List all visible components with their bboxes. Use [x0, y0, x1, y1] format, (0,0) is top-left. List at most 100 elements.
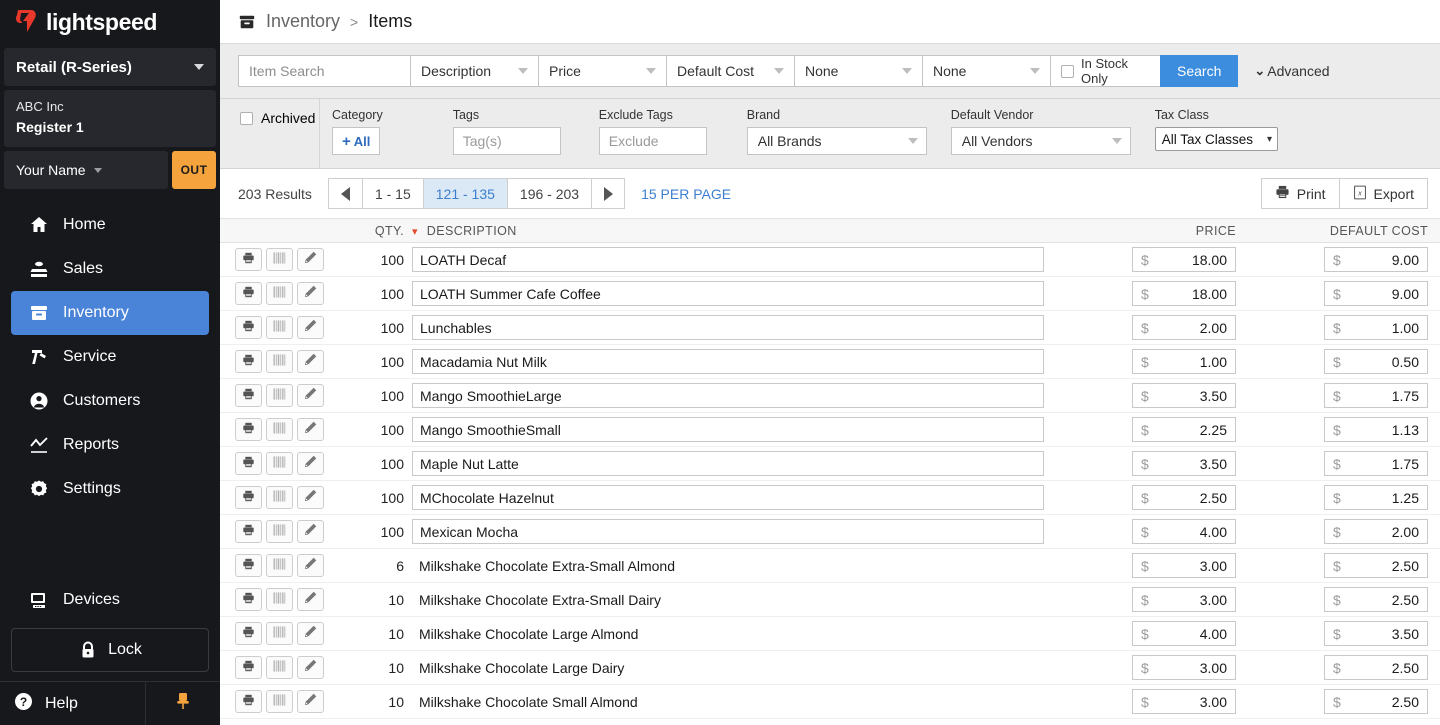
pager-page-2[interactable]: 121 - 135: [422, 178, 507, 209]
row-price-input[interactable]: $2.25: [1132, 417, 1236, 442]
row-default-cost-input[interactable]: $1.75: [1324, 451, 1428, 476]
category-all-button[interactable]: + All: [332, 127, 381, 155]
print-label-button[interactable]: [235, 248, 262, 271]
edit-pencil-button[interactable]: [297, 248, 324, 271]
barcode-button[interactable]: [266, 588, 293, 611]
user-menu[interactable]: Your Name: [4, 151, 168, 190]
pager-next-button[interactable]: [591, 178, 626, 209]
row-price-input[interactable]: $3.50: [1132, 451, 1236, 476]
sidebar-item-settings[interactable]: Settings: [11, 467, 209, 511]
barcode-button[interactable]: [266, 486, 293, 509]
row-price-input[interactable]: $18.00: [1132, 281, 1236, 306]
row-price-input[interactable]: $3.00: [1132, 689, 1236, 714]
print-label-button[interactable]: [235, 690, 262, 713]
field-selector-price[interactable]: Price: [538, 55, 666, 87]
edit-pencil-button[interactable]: [297, 690, 324, 713]
print-label-button[interactable]: [235, 622, 262, 645]
edit-pencil-button[interactable]: [297, 588, 324, 611]
row-price-input[interactable]: $4.00: [1132, 621, 1236, 646]
per-page-selector[interactable]: 15 PER PAGE: [641, 186, 731, 202]
edit-pencil-button[interactable]: [297, 282, 324, 305]
search-button[interactable]: Search: [1160, 55, 1239, 87]
header-description[interactable]: ▾ DESCRIPTION: [412, 224, 1060, 238]
row-default-cost-input[interactable]: $1.00: [1324, 315, 1428, 340]
pager-page-3[interactable]: 196 - 203: [506, 178, 592, 209]
print-label-button[interactable]: [235, 520, 262, 543]
row-default-cost-input[interactable]: $2.50: [1324, 587, 1428, 612]
row-description-input[interactable]: MChocolate Hazelnut: [412, 485, 1044, 510]
print-label-button[interactable]: [235, 384, 262, 407]
row-price-input[interactable]: $1.00: [1132, 349, 1236, 374]
print-button[interactable]: Print: [1260, 178, 1339, 209]
edit-pencil-button[interactable]: [297, 316, 324, 339]
brand-select[interactable]: All Brands: [746, 127, 927, 155]
edit-pencil-button[interactable]: [297, 520, 324, 543]
print-label-button[interactable]: [235, 316, 262, 339]
row-price-input[interactable]: $18.00: [1132, 247, 1236, 272]
tax-class-select[interactable]: All Tax Classes ▾: [1154, 127, 1279, 151]
row-description-input[interactable]: Mango SmoothieLarge: [412, 383, 1044, 408]
row-price-input[interactable]: $3.00: [1132, 587, 1236, 612]
sidebar-item-inventory[interactable]: Inventory: [11, 291, 209, 336]
edit-pencil-button[interactable]: [297, 350, 324, 373]
pager-page-1[interactable]: 1 - 15: [361, 178, 423, 209]
breadcrumb-link-inventory[interactable]: Inventory: [266, 11, 340, 32]
barcode-button[interactable]: [266, 418, 293, 441]
tags-input[interactable]: Tag(s): [452, 127, 561, 155]
default-vendor-select[interactable]: All Vendors: [950, 127, 1131, 155]
archived-checkbox[interactable]: Archived: [220, 99, 320, 169]
row-default-cost-input[interactable]: $2.50: [1324, 655, 1428, 680]
in-stock-only-checkbox[interactable]: In Stock Only: [1050, 55, 1160, 87]
barcode-button[interactable]: [266, 282, 293, 305]
sidebar-item-reports[interactable]: Reports: [11, 423, 209, 467]
print-label-button[interactable]: [235, 282, 262, 305]
barcode-button[interactable]: [266, 554, 293, 577]
barcode-button[interactable]: [266, 690, 293, 713]
print-label-button[interactable]: [235, 656, 262, 679]
row-description-input[interactable]: LOATH Decaf: [412, 247, 1044, 272]
print-label-button[interactable]: [235, 486, 262, 509]
barcode-button[interactable]: [266, 622, 293, 645]
row-default-cost-input[interactable]: $3.50: [1324, 621, 1428, 646]
row-description-input[interactable]: LOATH Summer Cafe Coffee: [412, 281, 1044, 306]
row-description-input[interactable]: Maple Nut Latte: [412, 451, 1044, 476]
edit-pencil-button[interactable]: [297, 554, 324, 577]
edit-pencil-button[interactable]: [297, 656, 324, 679]
row-default-cost-input[interactable]: $0.50: [1324, 349, 1428, 374]
barcode-button[interactable]: [266, 316, 293, 339]
row-default-cost-input[interactable]: $2.50: [1324, 553, 1428, 578]
row-price-input[interactable]: $3.00: [1132, 553, 1236, 578]
field-selector-none-2[interactable]: None: [922, 55, 1050, 87]
print-label-button[interactable]: [235, 588, 262, 611]
row-description-input[interactable]: Mango SmoothieSmall: [412, 417, 1044, 442]
row-default-cost-input[interactable]: $9.00: [1324, 247, 1428, 272]
search-input[interactable]: Item Search: [238, 55, 410, 87]
sidebar-item-home[interactable]: Home: [11, 203, 209, 247]
edit-pencil-button[interactable]: [297, 418, 324, 441]
barcode-button[interactable]: [266, 384, 293, 407]
print-label-button[interactable]: [235, 350, 262, 373]
print-label-button[interactable]: [235, 554, 262, 577]
help-button[interactable]: ? Help: [0, 682, 146, 725]
print-label-button[interactable]: [235, 452, 262, 475]
row-price-input[interactable]: $3.00: [1132, 655, 1236, 680]
pin-sidebar-button[interactable]: [146, 682, 220, 725]
header-default-cost[interactable]: DEFAULT COST: [1250, 224, 1440, 238]
export-button[interactable]: x Export: [1338, 178, 1428, 209]
row-default-cost-input[interactable]: $9.00: [1324, 281, 1428, 306]
row-price-input[interactable]: $4.00: [1132, 519, 1236, 544]
advanced-toggle[interactable]: ⌄ Advanced: [1254, 63, 1329, 79]
edit-pencil-button[interactable]: [297, 486, 324, 509]
barcode-button[interactable]: [266, 452, 293, 475]
row-default-cost-input[interactable]: $2.00: [1324, 519, 1428, 544]
sidebar-item-customers[interactable]: Customers: [11, 379, 209, 423]
edit-pencil-button[interactable]: [297, 622, 324, 645]
row-price-input[interactable]: $2.50: [1132, 485, 1236, 510]
barcode-button[interactable]: [266, 248, 293, 271]
field-selector-none-1[interactable]: None: [794, 55, 922, 87]
account-select[interactable]: Retail (R-Series): [4, 48, 216, 86]
exclude-tags-input[interactable]: Exclude: [598, 127, 707, 155]
row-default-cost-input[interactable]: $1.13: [1324, 417, 1428, 442]
row-default-cost-input[interactable]: $1.25: [1324, 485, 1428, 510]
edit-pencil-button[interactable]: [297, 384, 324, 407]
